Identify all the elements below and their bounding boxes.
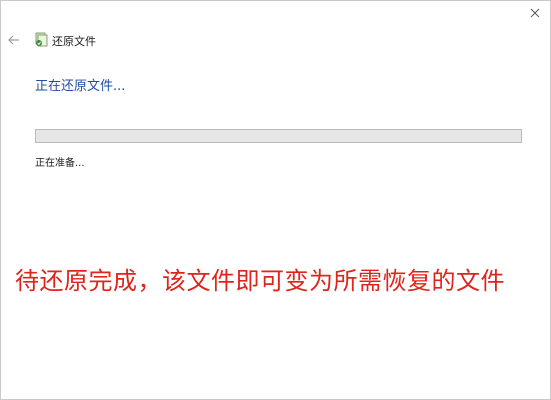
window-title: 还原文件 — [52, 35, 96, 48]
file-history-icon — [34, 31, 48, 47]
close-button[interactable] — [528, 5, 542, 19]
progress-bar — [35, 129, 522, 143]
title-bar: 还原文件 — [1, 30, 550, 52]
back-arrow-icon — [8, 35, 19, 45]
close-icon — [530, 8, 540, 18]
back-button[interactable] — [7, 32, 21, 46]
restore-files-window: 还原文件 正在还原文件... 正在准备... 待还原完成，该文件即可变为所需恢复… — [0, 0, 551, 400]
overlay-caption: 待还原完成，该文件即可变为所需恢复的文件 — [15, 267, 505, 295]
status-text: 正在准备... — [35, 158, 85, 169]
restoring-heading: 正在还原文件... — [35, 79, 126, 94]
